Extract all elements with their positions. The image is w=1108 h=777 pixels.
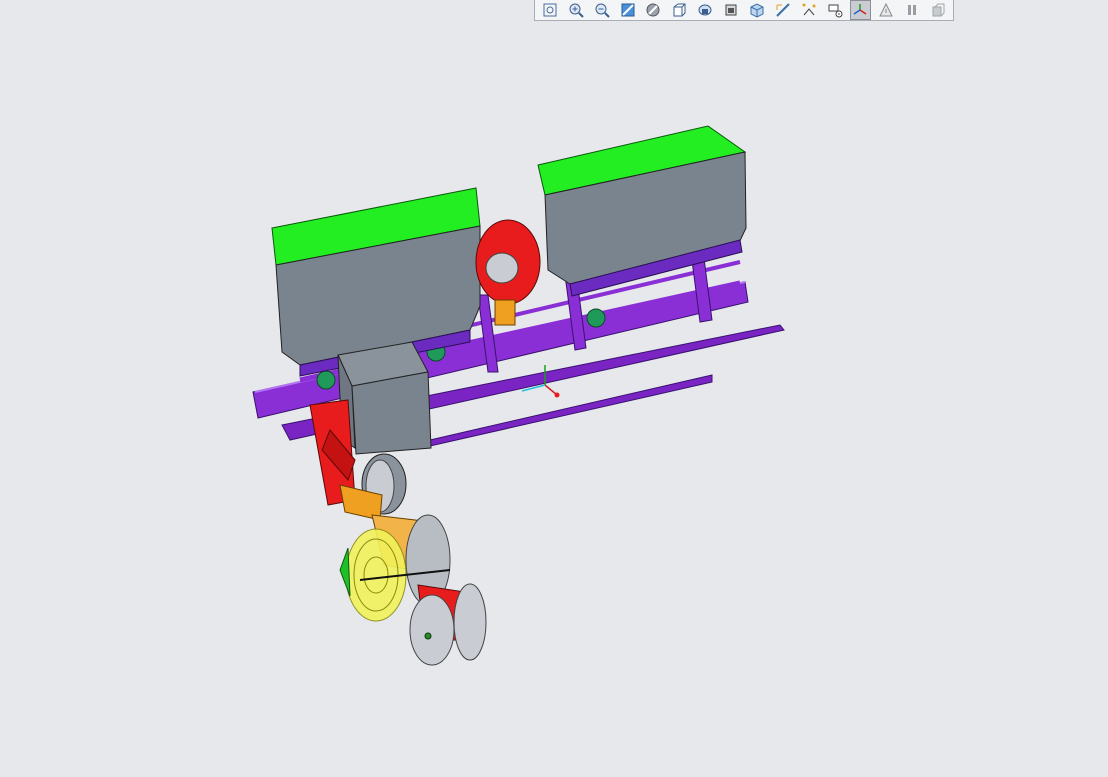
drive-shaft [429,374,713,447]
named-view-icon[interactable] [746,0,768,20]
view-toolbar [534,0,954,21]
refit-view-icon[interactable] [539,0,561,20]
spin-center-icon[interactable] [875,0,897,20]
display-style-icon[interactable] [643,0,665,20]
datum-planes-icon[interactable] [772,0,794,20]
seed-tube [339,547,351,597]
disabled-tool-icon [927,0,949,20]
planter-assembly-model[interactable] [0,21,1108,777]
graphics-viewport[interactable] [0,21,1108,777]
wheel-mount [494,299,516,326]
saved-views-icon[interactable] [668,0,690,20]
coordinate-system-icon[interactable] [849,0,872,20]
pause-icon[interactable] [901,0,923,20]
view-manager-icon[interactable] [694,0,716,20]
drive-sprocket [586,308,606,328]
closing-wheel [453,583,487,661]
zoom-out-icon[interactable] [591,0,613,20]
repaint-icon[interactable] [617,0,639,20]
perspective-icon[interactable] [720,0,742,20]
datum-points-icon[interactable] [798,0,820,20]
zoom-in-icon[interactable] [565,0,587,20]
drive-sprocket [316,370,336,390]
small-hopper-body [351,371,432,455]
closing-wheel [409,594,455,666]
annotation-display-icon[interactable] [824,0,846,20]
